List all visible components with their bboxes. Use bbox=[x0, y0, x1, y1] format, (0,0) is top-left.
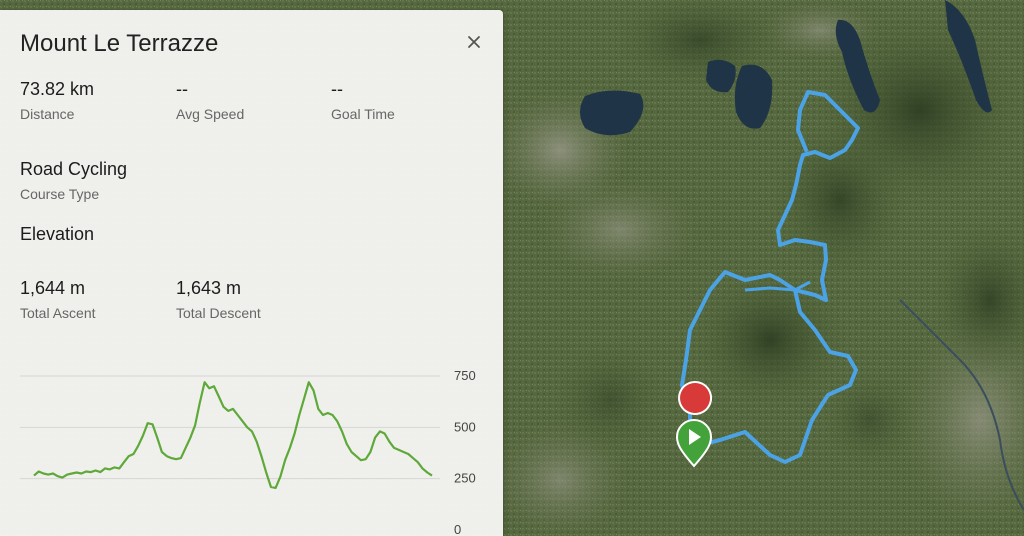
total-ascent-label: Total Ascent bbox=[20, 305, 96, 321]
course-type-label: Course Type bbox=[20, 186, 100, 202]
total-descent-stat: 1,643 m Total Descent bbox=[176, 277, 261, 323]
elevation-chart-svg: 0 250 500 750 bbox=[20, 368, 476, 536]
y-tick-label: 250 bbox=[454, 471, 476, 486]
total-ascent-stat: 1,644 m Total Ascent bbox=[20, 277, 96, 323]
close-button[interactable] bbox=[462, 30, 486, 54]
distance-value: 73.82 km bbox=[20, 79, 95, 99]
y-tick-label: 500 bbox=[454, 419, 476, 434]
course-title: Mount Le Terrazze bbox=[20, 30, 219, 57]
y-tick-label: 0 bbox=[454, 522, 461, 536]
finish-marker[interactable] bbox=[678, 381, 713, 415]
goal-time-label: Goal Time bbox=[331, 106, 395, 122]
total-descent-label: Total Descent bbox=[176, 305, 261, 321]
distance-stat: 73.82 km Distance bbox=[20, 78, 94, 124]
total-descent-value: 1,643 m bbox=[176, 278, 242, 298]
course-type-stat: Road Cycling Course Type bbox=[20, 158, 127, 204]
goal-time-stat: -- Goal Time bbox=[331, 78, 395, 124]
avg-speed-value: -- bbox=[176, 79, 188, 99]
y-tick-label: 750 bbox=[454, 368, 476, 383]
elevation-chart[interactable]: 0 250 500 750 bbox=[20, 358, 480, 536]
avg-speed-label: Avg Speed bbox=[176, 106, 245, 122]
elevation-heading: Elevation bbox=[20, 224, 95, 244]
distance-label: Distance bbox=[20, 106, 75, 122]
elevation-line bbox=[33, 381, 433, 489]
close-icon bbox=[468, 36, 480, 48]
course-details-panel: Mount Le Terrazze 73.82 km Distance -- A… bbox=[0, 10, 503, 536]
total-ascent-value: 1,644 m bbox=[20, 278, 86, 298]
avg-speed-stat: -- Avg Speed bbox=[176, 78, 244, 124]
goal-time-value: -- bbox=[331, 79, 343, 99]
course-type-value: Road Cycling bbox=[20, 159, 128, 179]
